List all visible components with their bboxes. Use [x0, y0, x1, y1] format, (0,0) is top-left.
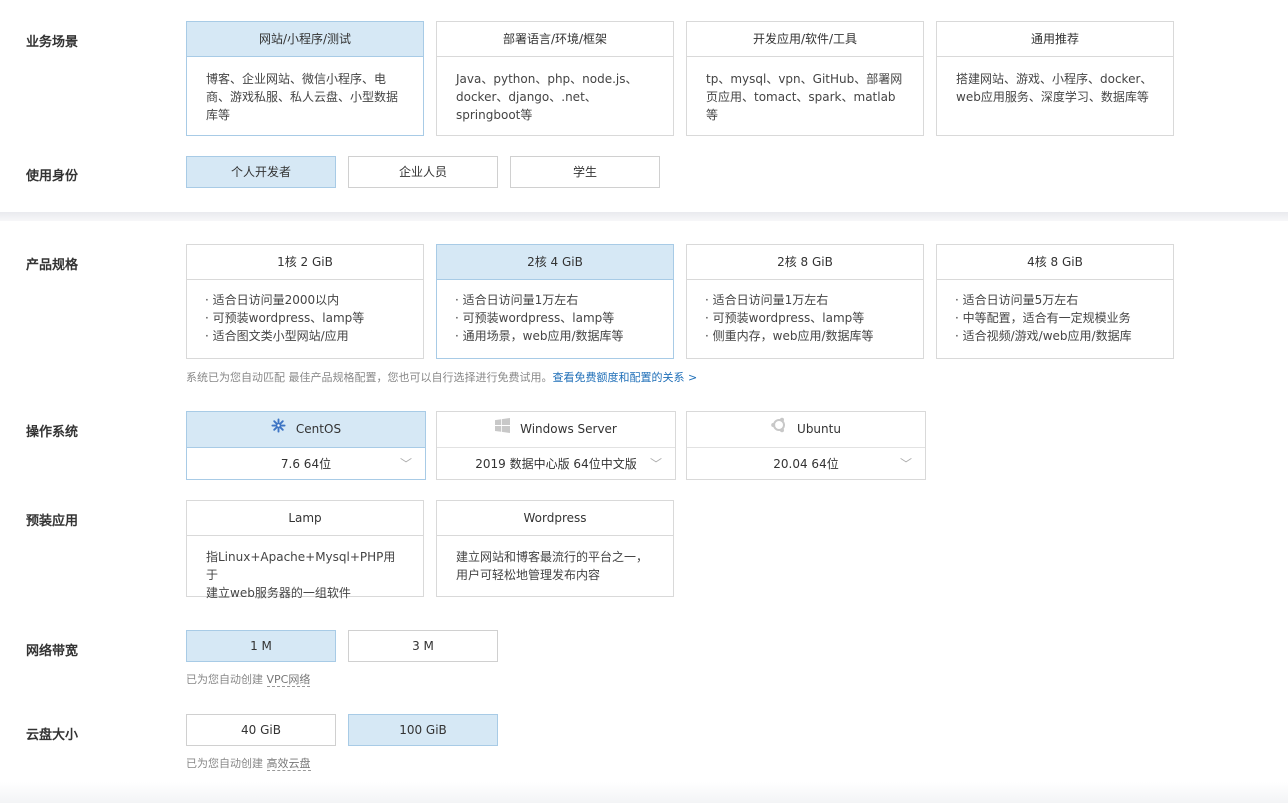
scenario-card-devapp[interactable]: 开发应用/软件/工具 tp、mysql、vpn、GitHub、部署网 页应用、t…	[686, 21, 924, 136]
chevron-down-icon: ﹀	[899, 457, 912, 471]
spec-card-desc: · 适合日访问量1万左右 · 可预装wordpress、lamp等 · 通用场景…	[455, 293, 624, 343]
vpc-network-link[interactable]: VPC网络	[266, 673, 311, 687]
identity-option-developer[interactable]: 个人开发者	[186, 156, 336, 188]
bandwidth-hint-text: 已为您自动创建	[186, 673, 263, 686]
chevron-down-icon: ﹀	[649, 457, 662, 471]
os-version-select[interactable]: 20.04 64位 ﹀	[687, 448, 925, 480]
scenario-label: 业务场景	[26, 35, 79, 50]
centos-icon	[271, 412, 286, 447]
os-name: Windows Server	[520, 422, 617, 436]
efficient-disk-link[interactable]: 高效云盘	[266, 757, 311, 771]
os-version-value: 20.04 64位	[773, 457, 839, 471]
scenario-card-title: 通用推荐	[937, 22, 1173, 57]
os-name: Ubuntu	[797, 422, 841, 436]
spec-hint-link[interactable]: 查看免费额度和配置的关系 >	[553, 371, 698, 384]
spec-card-desc: · 适合日访问量2000以内 · 可预装wordpress、lamp等 · 适合…	[205, 293, 365, 343]
scenario-card-desc: Java、python、php、node.js、 docker、django、.…	[456, 72, 638, 122]
spec-card-title: 4核 8 GiB	[937, 245, 1173, 280]
spec-hint: 系统已为您自动匹配 最佳产品规格配置，您也可以自行选择进行免费试用。查看免费额度…	[186, 369, 697, 385]
spec-card-1c2g[interactable]: 1核 2 GiB · 适合日访问量2000以内 · 可预装wordpress、l…	[186, 244, 424, 359]
spec-hint-text: 系统已为您自动匹配 最佳产品规格配置，您也可以自行选择进行免费试用。	[186, 371, 553, 384]
section-divider	[0, 212, 1288, 221]
identity-option-student[interactable]: 学生	[510, 156, 660, 188]
chevron-down-icon: ﹀	[399, 457, 412, 471]
spec-card-desc: · 适合日访问量5万左右 · 中等配置，适合有一定规模业务 · 适合视频/游戏/…	[955, 293, 1132, 343]
os-version-value: 7.6 64位	[280, 457, 332, 471]
bandwidth-label: 网络带宽	[26, 644, 79, 659]
spec-label: 产品规格	[26, 258, 79, 273]
scenario-card-desc: 博客、企业网站、微信小程序、电 商、游戏私服、私人云盘、小型数据 库等	[206, 72, 399, 122]
scenario-card-desc: tp、mysql、vpn、GitHub、部署网 页应用、tomact、spark…	[706, 72, 903, 122]
bandwidth-option-3m[interactable]: 3 M	[348, 630, 498, 662]
bottom-bar	[0, 782, 1288, 803]
scenario-card-website[interactable]: 网站/小程序/测试 博客、企业网站、微信小程序、电 商、游戏私服、私人云盘、小型…	[186, 21, 424, 136]
apps-label: 预装应用	[26, 514, 79, 529]
bandwidth-hint: 已为您自动创建 VPC网络	[186, 671, 311, 687]
identity-option-enterprise[interactable]: 企业人员	[348, 156, 498, 188]
os-label: 操作系统	[26, 425, 79, 440]
bandwidth-option-1m[interactable]: 1 M	[186, 630, 336, 662]
spec-card-4c8g[interactable]: 4核 8 GiB · 适合日访问量5万左右 · 中等配置，适合有一定规模业务 ·…	[936, 244, 1174, 359]
disk-option-40g[interactable]: 40 GiB	[186, 714, 336, 746]
os-version-select[interactable]: 7.6 64位 ﹀	[187, 448, 425, 480]
scenario-card-language[interactable]: 部署语言/环境/框架 Java、python、php、node.js、 dock…	[436, 21, 674, 136]
os-name: CentOS	[295, 422, 342, 436]
app-card-title: Wordpress	[437, 501, 673, 536]
spec-card-title: 2核 8 GiB	[687, 245, 923, 280]
disk-hint-text: 已为您自动创建	[186, 757, 263, 770]
app-card-lamp[interactable]: Lamp 指Linux+Apache+Mysql+PHP用于 建立web服务器的…	[186, 500, 424, 600]
os-card-windows[interactable]: Windows Server 2019 数据中心版 64位中文版 ﹀	[436, 411, 676, 480]
scenario-card-title: 开发应用/软件/工具	[687, 22, 923, 57]
spec-card-2c4g[interactable]: 2核 4 GiB · 适合日访问量1万左右 · 可预装wordpress、lam…	[436, 244, 674, 359]
os-card-head[interactable]: Windows Server	[437, 412, 675, 448]
app-card-wordpress[interactable]: Wordpress 建立网站和博客最流行的平台之一， 用户可轻松地管理发布内容	[436, 500, 674, 597]
scenario-card-title: 网站/小程序/测试	[187, 22, 423, 57]
os-card-centos[interactable]: CentOS 7.6 64位 ﹀	[186, 411, 426, 480]
os-version-select[interactable]: 2019 数据中心版 64位中文版 ﹀	[437, 448, 675, 480]
os-card-ubuntu[interactable]: Ubuntu 20.04 64位 ﹀	[686, 411, 926, 480]
scenario-card-general[interactable]: 通用推荐 搭建网站、游戏、小程序、docker、 web应用服务、深度学习、数据…	[936, 21, 1174, 136]
app-card-desc: 指Linux+Apache+Mysql+PHP用于 建立web服务器的一组软件	[206, 550, 396, 600]
identity-label: 使用身份	[26, 169, 79, 184]
scenario-card-desc: 搭建网站、游戏、小程序、docker、 web应用服务、深度学习、数据库等	[956, 72, 1153, 104]
app-card-title: Lamp	[187, 501, 423, 536]
app-card-desc: 建立网站和博客最流行的平台之一， 用户可轻松地管理发布内容	[456, 550, 649, 582]
windows-icon	[495, 412, 511, 447]
disk-option-100g[interactable]: 100 GiB	[348, 714, 498, 746]
spec-card-2c8g[interactable]: 2核 8 GiB · 适合日访问量1万左右 · 可预装wordpress、lam…	[686, 244, 924, 359]
disk-label: 云盘大小	[26, 728, 79, 743]
os-card-head[interactable]: CentOS	[187, 412, 425, 448]
ubuntu-icon	[771, 412, 787, 447]
os-card-head[interactable]: Ubuntu	[687, 412, 925, 448]
spec-card-title: 1核 2 GiB	[187, 245, 423, 280]
os-version-value: 2019 数据中心版 64位中文版	[475, 457, 637, 471]
disk-hint: 已为您自动创建 高效云盘	[186, 755, 311, 771]
spec-card-desc: · 适合日访问量1万左右 · 可预装wordpress、lamp等 · 侧重内存…	[705, 293, 874, 343]
scenario-card-title: 部署语言/环境/框架	[437, 22, 673, 57]
spec-card-title: 2核 4 GiB	[437, 245, 673, 280]
